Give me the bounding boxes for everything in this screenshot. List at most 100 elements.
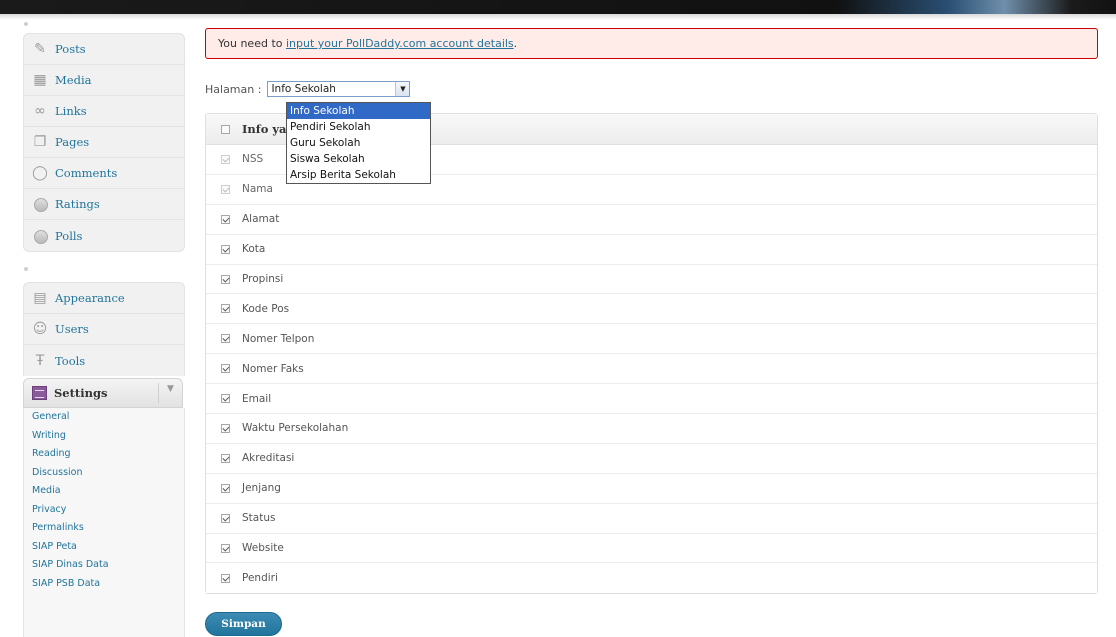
field-label: Nomer Faks bbox=[242, 362, 304, 375]
polls-icon bbox=[32, 228, 48, 244]
dropdown-option[interactable]: Arsip Berita Sekolah bbox=[287, 167, 430, 183]
tools-icon: Ŧ bbox=[35, 352, 45, 369]
field-checkbox[interactable] bbox=[221, 513, 230, 523]
menu-label: Media bbox=[55, 73, 92, 87]
menu-group-admin: ▤ Appearance ☺ Users Ŧ Tools bbox=[23, 282, 185, 376]
dropdown-option[interactable]: Pendiri Sekolah bbox=[287, 119, 430, 135]
table-row: Status bbox=[206, 503, 1097, 534]
settings-icon bbox=[32, 386, 47, 400]
save-button[interactable]: Simpan bbox=[205, 612, 282, 636]
menu-item-pages[interactable]: ❐ Pages bbox=[24, 127, 184, 158]
field-checkbox[interactable] bbox=[221, 274, 230, 284]
dropdown-arrow-icon[interactable]: ▼ bbox=[395, 82, 410, 96]
menu-label: Settings bbox=[54, 386, 108, 400]
menu-group-content: ✎ Posts ▦ Media ∞ Links ❐ Pages ◯ Commen… bbox=[23, 33, 185, 252]
table-header-label: Info ya bbox=[242, 122, 287, 136]
table-row: Pendiri bbox=[206, 563, 1097, 594]
table-row: Email bbox=[206, 384, 1097, 415]
menu-separator bbox=[24, 267, 28, 271]
table-row: Alamat bbox=[206, 204, 1097, 235]
table-row: Nomer Telpon bbox=[206, 324, 1097, 355]
notice-suffix: . bbox=[513, 37, 518, 50]
field-checkbox[interactable] bbox=[221, 304, 230, 314]
submenu-item-siap-psb-data[interactable]: SIAP PSB Data bbox=[24, 575, 184, 594]
menu-label: Ratings bbox=[55, 197, 100, 211]
polldaddy-account-link[interactable]: input your PollDaddy.com account details bbox=[286, 37, 514, 50]
chevron-down-icon[interactable]: ▼ bbox=[167, 384, 174, 394]
field-checkbox[interactable] bbox=[221, 214, 230, 224]
table-row: Kode Pos bbox=[206, 294, 1097, 325]
submenu-item-writing[interactable]: Writing bbox=[24, 427, 184, 446]
error-notice: You need to input your PollDaddy.com acc… bbox=[205, 28, 1098, 59]
table-row: Kota bbox=[206, 234, 1097, 265]
field-label: Jenjang bbox=[242, 482, 281, 495]
link-icon: ∞ bbox=[34, 103, 46, 119]
submenu-item-media[interactable]: Media bbox=[24, 482, 184, 501]
field-label: Email bbox=[242, 392, 272, 405]
menu-label: Users bbox=[55, 322, 89, 336]
dropdown-option[interactable]: Info Sekolah bbox=[287, 103, 430, 119]
table-body: NSS Nama Alamat Kota Propinsi Kode Pos Nomer T… bbox=[206, 145, 1097, 594]
field-checkbox[interactable] bbox=[221, 364, 230, 374]
menu-label: Pages bbox=[55, 135, 90, 149]
field-checkbox[interactable] bbox=[221, 334, 230, 344]
field-label: Nomer Telpon bbox=[242, 332, 315, 345]
menu-label: Posts bbox=[55, 42, 86, 56]
submenu-item-discussion[interactable]: Discussion bbox=[24, 464, 184, 483]
field-checkbox[interactable] bbox=[221, 573, 230, 583]
users-icon: ☺ bbox=[32, 321, 48, 337]
page-select-value: Info Sekolah bbox=[271, 83, 336, 95]
menu-item-tools[interactable]: Ŧ Tools bbox=[24, 345, 184, 376]
field-label: Website bbox=[242, 542, 284, 555]
field-checkbox bbox=[221, 184, 230, 194]
field-checkbox[interactable] bbox=[221, 244, 230, 254]
table-row: Website bbox=[206, 533, 1097, 564]
page-select[interactable]: Info Sekolah ▼ bbox=[267, 81, 411, 97]
field-checkbox[interactable] bbox=[221, 453, 230, 463]
submenu-item-siap-dinas-data[interactable]: SIAP Dinas Data bbox=[24, 556, 184, 575]
field-label: Kode Pos bbox=[242, 302, 290, 315]
pin-icon: ✎ bbox=[34, 41, 46, 57]
field-checkbox[interactable] bbox=[221, 543, 230, 553]
menu-item-users[interactable]: ☺ Users bbox=[24, 314, 184, 345]
submenu-item-general[interactable]: General bbox=[24, 408, 184, 427]
table-row: Akreditasi bbox=[206, 443, 1097, 474]
menu-item-polls[interactable]: Polls bbox=[24, 220, 184, 251]
field-label: Waktu Persekolahan bbox=[242, 422, 349, 435]
table-row: Waktu Persekolahan bbox=[206, 414, 1097, 444]
field-label: Akreditasi bbox=[242, 452, 295, 465]
menu-separator bbox=[24, 22, 28, 26]
dropdown-option[interactable]: Guru Sekolah bbox=[287, 135, 430, 151]
field-checkbox[interactable] bbox=[221, 483, 230, 493]
field-checkbox[interactable] bbox=[221, 423, 230, 433]
submenu-item-permalinks[interactable]: Permalinks bbox=[24, 519, 184, 538]
table-row: Jenjang bbox=[206, 473, 1097, 504]
dropdown-option[interactable]: Siswa Sekolah bbox=[287, 151, 430, 167]
submenu-item-privacy[interactable]: Privacy bbox=[24, 501, 184, 520]
menu-label: Links bbox=[55, 104, 87, 118]
select-all-checkbox[interactable] bbox=[221, 124, 230, 134]
menu-label: Tools bbox=[55, 353, 86, 368]
menu-item-posts[interactable]: ✎ Posts bbox=[24, 34, 184, 65]
submenu-item-reading[interactable]: Reading bbox=[24, 445, 184, 464]
table-row: Nomer Faks bbox=[206, 354, 1097, 385]
menu-item-comments[interactable]: ◯ Comments bbox=[24, 158, 184, 189]
menu-item-links[interactable]: ∞ Links bbox=[24, 96, 184, 127]
page-select-row: Halaman : Info Sekolah ▼ bbox=[205, 80, 411, 98]
menu-label: Comments bbox=[55, 166, 118, 180]
notice-text: You need to bbox=[218, 37, 286, 50]
menu-label: Appearance bbox=[55, 291, 125, 305]
field-label: Kota bbox=[242, 243, 266, 256]
field-label: Status bbox=[242, 512, 276, 525]
menu-item-appearance[interactable]: ▤ Appearance bbox=[24, 283, 184, 314]
submenu-item-siap-peta[interactable]: SIAP Peta bbox=[24, 538, 184, 557]
appearance-icon: ▤ bbox=[33, 290, 47, 306]
menu-item-ratings[interactable]: Ratings bbox=[24, 189, 184, 220]
menu-label: Polls bbox=[55, 228, 83, 243]
page-select-label: Halaman : bbox=[205, 82, 262, 96]
menu-item-settings[interactable]: Settings ▼ bbox=[23, 378, 183, 408]
field-label: Alamat bbox=[242, 213, 280, 226]
menu-item-media[interactable]: ▦ Media bbox=[24, 65, 184, 96]
table-row: Propinsi bbox=[206, 264, 1097, 295]
field-checkbox[interactable] bbox=[221, 394, 230, 404]
